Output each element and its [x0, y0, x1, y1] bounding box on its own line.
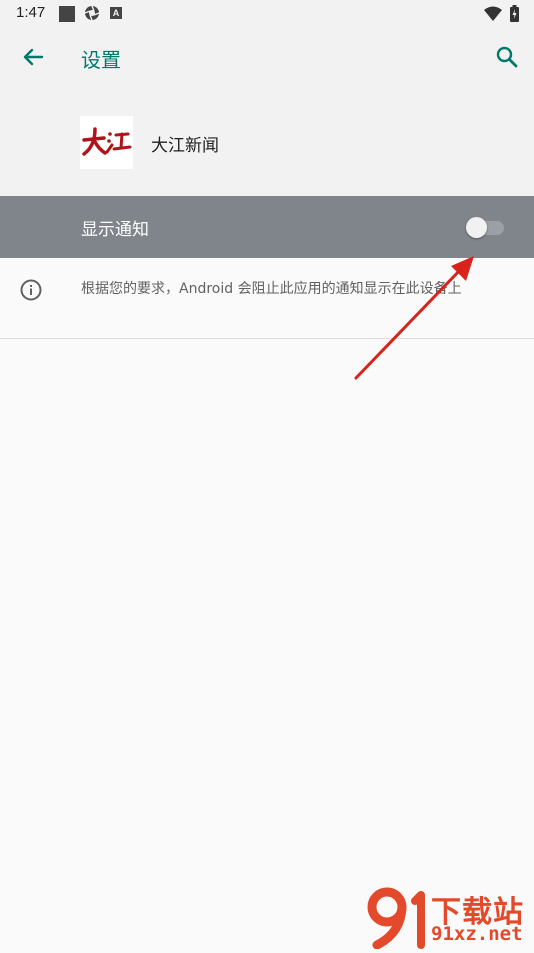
battery-icon	[510, 5, 519, 22]
app-logo	[80, 116, 133, 169]
watermark-url: 91xz.net	[431, 923, 523, 945]
camera-aperture-icon	[84, 5, 100, 21]
app-name: 大江新闻	[151, 136, 219, 156]
app-logo-graphic	[82, 127, 132, 156]
show-notifications-row[interactable]: 显示通知	[0, 196, 534, 258]
show-notifications-toggle[interactable]	[466, 216, 506, 238]
toggle-thumb	[466, 217, 487, 238]
stop-square-icon	[59, 6, 75, 22]
info-circle-icon	[20, 279, 42, 301]
status-bar: 1:47 A	[0, 0, 534, 28]
app-header: 大江新闻	[0, 88, 534, 196]
watermark: 下载站 91xz.net	[365, 885, 531, 950]
annotation-arrow	[354, 256, 474, 380]
watermark-logo-icon	[367, 887, 425, 950]
a-letter-icon: A	[110, 7, 122, 19]
search-icon[interactable]	[494, 44, 520, 70]
arrow-left-icon[interactable]	[18, 42, 48, 72]
show-notifications-label: 显示通知	[81, 220, 149, 240]
page-title: 设置	[81, 48, 121, 72]
app-bar: 设置	[0, 28, 534, 88]
status-time: 1:47	[16, 4, 46, 21]
wifi-icon	[484, 6, 502, 21]
